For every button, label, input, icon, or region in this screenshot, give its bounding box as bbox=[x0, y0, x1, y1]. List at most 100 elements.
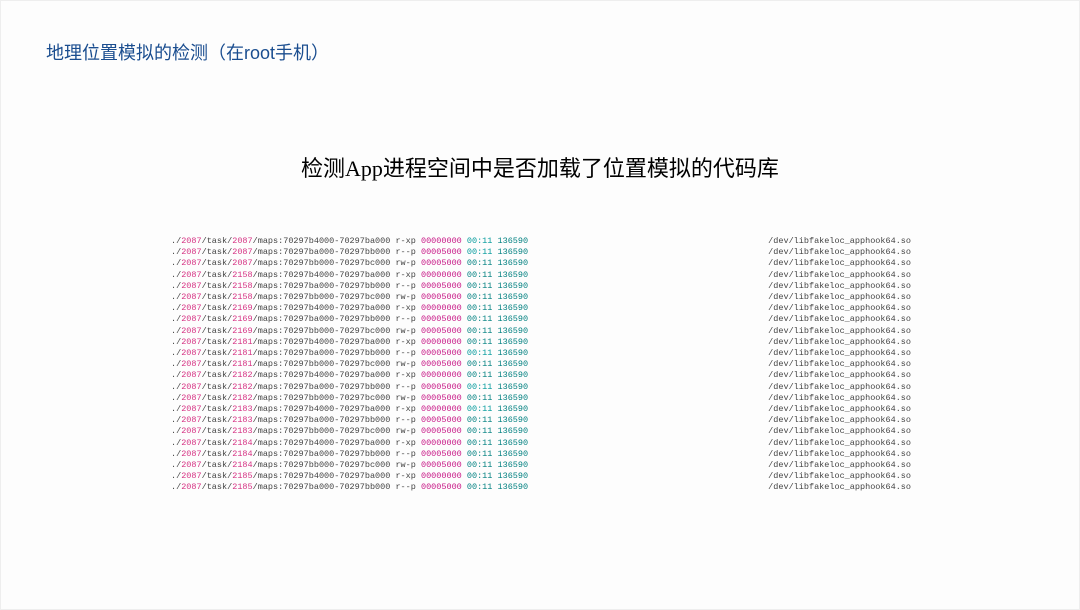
task-seg: /task/ bbox=[202, 303, 233, 313]
addr-range: 70297ba000-70297bb000 bbox=[283, 281, 390, 291]
tid: 2185 bbox=[232, 471, 252, 481]
task-seg: /task/ bbox=[202, 314, 233, 324]
pid: 2087 bbox=[181, 359, 201, 369]
pid: 2087 bbox=[181, 270, 201, 280]
maps-seg: /maps: bbox=[253, 314, 284, 324]
device: 00:11 bbox=[462, 314, 493, 324]
maps-line: ./2087/task/2184/maps:70297b4000-70297ba… bbox=[171, 438, 911, 449]
device: 00:11 bbox=[462, 258, 493, 268]
lib-path: /dev/libfakeloc_apphook64.so bbox=[768, 258, 911, 269]
task-seg: /task/ bbox=[202, 393, 233, 403]
addr-range: 70297ba000-70297bb000 bbox=[283, 247, 390, 257]
inode: 136590 bbox=[492, 382, 528, 392]
task-seg: /task/ bbox=[202, 326, 233, 336]
prefix: ./ bbox=[171, 270, 181, 280]
spacer bbox=[528, 471, 768, 482]
tid: 2184 bbox=[232, 449, 252, 459]
maps-seg: /maps: bbox=[253, 236, 284, 246]
maps-line-left: ./2087/task/2169/maps:70297ba000-70297bb… bbox=[171, 314, 528, 325]
task-seg: /task/ bbox=[202, 281, 233, 291]
task-seg: /task/ bbox=[202, 270, 233, 280]
spacer bbox=[528, 258, 768, 269]
offset: 00000000 bbox=[421, 438, 462, 448]
device: 00:11 bbox=[462, 281, 493, 291]
tid: 2158 bbox=[232, 270, 252, 280]
addr-range: 70297bb000-70297bc000 bbox=[283, 292, 390, 302]
prefix: ./ bbox=[171, 393, 181, 403]
prefix: ./ bbox=[171, 337, 181, 347]
maps-line: ./2087/task/2181/maps:70297ba000-70297bb… bbox=[171, 348, 911, 359]
prefix: ./ bbox=[171, 292, 181, 302]
maps-line: ./2087/task/2185/maps:70297ba000-70297bb… bbox=[171, 482, 911, 493]
maps-seg: /maps: bbox=[253, 270, 284, 280]
task-seg: /task/ bbox=[202, 382, 233, 392]
addr-range: 70297b4000-70297ba000 bbox=[283, 438, 390, 448]
maps-seg: /maps: bbox=[253, 281, 284, 291]
prefix: ./ bbox=[171, 326, 181, 336]
spacer bbox=[528, 236, 768, 247]
maps-line: ./2087/task/2169/maps:70297bb000-70297bc… bbox=[171, 326, 911, 337]
maps-line-left: ./2087/task/2183/maps:70297b4000-70297ba… bbox=[171, 404, 528, 415]
offset: 00005000 bbox=[421, 426, 462, 436]
spacer bbox=[528, 270, 768, 281]
pid: 2087 bbox=[181, 337, 201, 347]
pid: 2087 bbox=[181, 326, 201, 336]
inode: 136590 bbox=[492, 438, 528, 448]
prefix: ./ bbox=[171, 348, 181, 358]
task-seg: /task/ bbox=[202, 247, 233, 257]
task-seg: /task/ bbox=[202, 337, 233, 347]
perms: rw-p bbox=[390, 258, 421, 268]
device: 00:11 bbox=[462, 337, 493, 347]
device: 00:11 bbox=[462, 270, 493, 280]
pid: 2087 bbox=[181, 281, 201, 291]
pid: 2087 bbox=[181, 303, 201, 313]
inode: 136590 bbox=[492, 471, 528, 481]
task-seg: /task/ bbox=[202, 359, 233, 369]
maps-seg: /maps: bbox=[253, 438, 284, 448]
tid: 2183 bbox=[232, 415, 252, 425]
prefix: ./ bbox=[171, 281, 181, 291]
tid: 2182 bbox=[232, 382, 252, 392]
offset: 00000000 bbox=[421, 471, 462, 481]
maps-line-left: ./2087/task/2169/maps:70297b4000-70297ba… bbox=[171, 303, 528, 314]
addr-range: 70297b4000-70297ba000 bbox=[283, 370, 390, 380]
pid: 2087 bbox=[181, 415, 201, 425]
inode: 136590 bbox=[492, 415, 528, 425]
maps-line-left: ./2087/task/2184/maps:70297b4000-70297ba… bbox=[171, 438, 528, 449]
maps-line: ./2087/task/2158/maps:70297b4000-70297ba… bbox=[171, 270, 911, 281]
prefix: ./ bbox=[171, 438, 181, 448]
maps-seg: /maps: bbox=[253, 482, 284, 492]
task-seg: /task/ bbox=[202, 236, 233, 246]
maps-seg: /maps: bbox=[253, 426, 284, 436]
inode: 136590 bbox=[492, 482, 528, 492]
device: 00:11 bbox=[462, 438, 493, 448]
maps-line: ./2087/task/2183/maps:70297ba000-70297bb… bbox=[171, 415, 911, 426]
lib-path: /dev/libfakeloc_apphook64.so bbox=[768, 247, 911, 258]
addr-range: 70297ba000-70297bb000 bbox=[283, 449, 390, 459]
lib-path: /dev/libfakeloc_apphook64.so bbox=[768, 270, 911, 281]
perms: r-xp bbox=[390, 236, 421, 246]
maps-seg: /maps: bbox=[253, 449, 284, 459]
tid: 2181 bbox=[232, 337, 252, 347]
tid: 2087 bbox=[232, 236, 252, 246]
offset: 00000000 bbox=[421, 370, 462, 380]
pid: 2087 bbox=[181, 426, 201, 436]
tid: 2169 bbox=[232, 303, 252, 313]
maps-line-left: ./2087/task/2182/maps:70297b4000-70297ba… bbox=[171, 370, 528, 381]
perms: rw-p bbox=[390, 359, 421, 369]
spacer bbox=[528, 326, 768, 337]
device: 00:11 bbox=[462, 292, 493, 302]
lib-path: /dev/libfakeloc_apphook64.so bbox=[768, 326, 911, 337]
tid: 2169 bbox=[232, 326, 252, 336]
device: 00:11 bbox=[462, 482, 493, 492]
spacer bbox=[528, 281, 768, 292]
spacer bbox=[528, 438, 768, 449]
device: 00:11 bbox=[462, 426, 493, 436]
offset: 00005000 bbox=[421, 292, 462, 302]
offset: 00000000 bbox=[421, 270, 462, 280]
lib-path: /dev/libfakeloc_apphook64.so bbox=[768, 236, 911, 247]
prefix: ./ bbox=[171, 382, 181, 392]
lib-path: /dev/libfakeloc_apphook64.so bbox=[768, 426, 911, 437]
tid: 2184 bbox=[232, 460, 252, 470]
pid: 2087 bbox=[181, 404, 201, 414]
